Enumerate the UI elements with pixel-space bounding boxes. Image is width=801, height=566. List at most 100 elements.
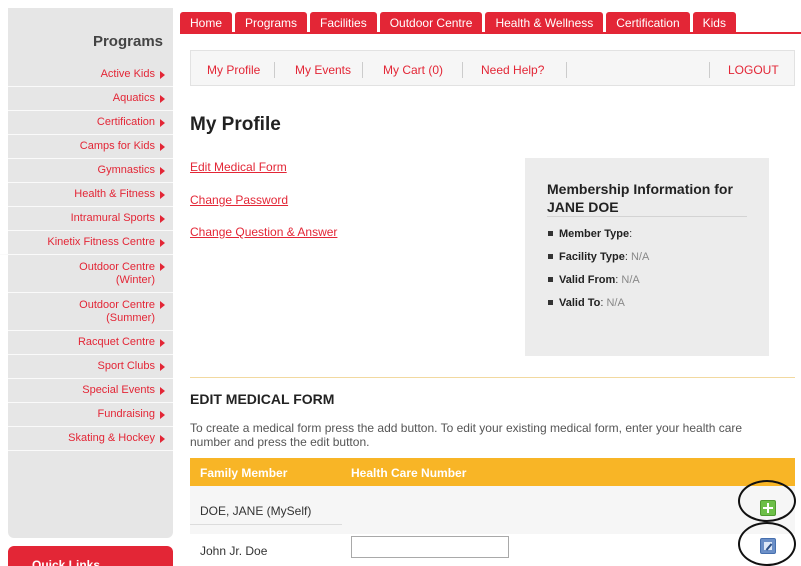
sidebar-item-label: Racquet Centre — [77, 336, 155, 348]
arrow-right-icon — [160, 338, 165, 347]
sidebar-item-camps-for-kids[interactable]: Camps for Kids — [8, 135, 173, 159]
sidebar-item-intramural-sports[interactable]: Intramural Sports — [8, 207, 173, 231]
column-header-health-care-number: Health Care Number — [351, 466, 467, 480]
sidebar-item-label: Aquatics — [112, 92, 155, 104]
health-care-number-input[interactable] — [351, 536, 509, 558]
edit-medical-form-link[interactable]: Edit Medical Form — [190, 160, 287, 174]
sidebar-item-label: Camps for Kids — [79, 140, 155, 152]
sidebar-item-sport-clubs[interactable]: Sport Clubs — [8, 355, 173, 379]
my-events-link[interactable]: My Events — [295, 63, 351, 77]
sidebar-item-active-kids[interactable]: Active Kids — [8, 63, 173, 87]
sidebar: Programs Active Kids Aquatics Certificat… — [0, 0, 173, 566]
add-medical-form-button[interactable] — [760, 500, 776, 516]
membership-member-name: JANE DOE — [547, 199, 619, 215]
logout-link[interactable]: LOGOUT — [728, 63, 779, 77]
sidebar-list: Active Kids Aquatics Certification Camps… — [0, 63, 173, 451]
change-password-link[interactable]: Change Password — [190, 193, 288, 207]
bullet-icon — [548, 231, 553, 236]
sidebar-item-label: Intramural Sports — [70, 212, 155, 224]
arrow-right-icon — [160, 434, 165, 443]
membership-info-panel: Membership Information for JANE DOE Memb… — [525, 158, 769, 356]
facility-type-value: N/A — [630, 251, 650, 263]
tab-health-wellness[interactable]: Health & Wellness — [485, 12, 604, 32]
sidebar-item-label: Gymnastics — [97, 164, 155, 176]
sidebar-item-special-events[interactable]: Special Events — [8, 379, 173, 403]
sidebar-item-outdoor-centre-summer[interactable]: Outdoor Centre (Summer) — [8, 293, 173, 331]
membership-details: Member Type: Facility Type: N/A Valid Fr… — [535, 226, 649, 318]
sidebar-item-label-line2: (Summer) — [106, 311, 155, 324]
sidebar-title: Programs — [92, 33, 163, 50]
tab-kids[interactable]: Kids — [692, 12, 736, 32]
arrow-right-icon — [160, 70, 165, 79]
valid-from-label: Valid From — [559, 274, 616, 286]
change-question-answer-link[interactable]: Change Question & Answer — [190, 225, 337, 239]
arrow-right-icon — [160, 386, 165, 395]
edit-medical-form-button[interactable] — [760, 538, 776, 554]
sidebar-item-label: Active Kids — [100, 68, 155, 80]
sidebar-item-label: Health & Fitness — [74, 188, 155, 200]
sidebar-item-racquet-centre[interactable]: Racquet Centre — [8, 331, 173, 355]
valid-from-value: N/A — [621, 274, 640, 286]
family-member-name: John Jr. Doe — [200, 544, 268, 558]
arrow-right-icon — [160, 190, 165, 199]
facility-type-label: Facility Type — [559, 251, 625, 263]
medical-table-header: Family Member Health Care Number — [190, 458, 795, 486]
arrow-right-icon — [160, 94, 165, 103]
bullet-icon — [548, 277, 553, 282]
member-type-label: Member Type — [559, 228, 630, 240]
sidebar-item-certification[interactable]: Certification — [8, 111, 173, 135]
nav-divider — [180, 32, 801, 34]
sidebar-item-aquatics[interactable]: Aquatics — [8, 87, 173, 111]
tab-facilities[interactable]: Facilities — [310, 12, 377, 32]
need-help-link[interactable]: Need Help? — [481, 63, 544, 77]
quick-links-header[interactable]: Quick Links — [8, 546, 173, 566]
subnav-separator — [362, 62, 363, 78]
my-profile-link[interactable]: My Profile — [207, 63, 260, 77]
page-title: My Profile — [190, 114, 281, 135]
arrow-right-icon — [160, 362, 165, 371]
medical-section-title: EDIT MEDICAL FORM — [190, 391, 335, 407]
tab-programs[interactable]: Programs — [235, 12, 308, 32]
sidebar-item-label: Special Events — [82, 384, 155, 396]
membership-title-line1: Membership Information for — [547, 181, 733, 197]
sidebar-item-label: Kinetix Fitness Centre — [47, 236, 155, 248]
sidebar-item-label: Certification — [96, 116, 155, 128]
column-header-family-member: Family Member — [200, 466, 288, 480]
sidebar-item-fundraising[interactable]: Fundraising — [8, 403, 173, 427]
account-subnav: My Profile My Events My Cart (0) Need He… — [190, 50, 795, 86]
medical-instructions: To create a medical form press the add b… — [190, 421, 743, 449]
sidebar-item-label-line2: (Winter) — [115, 273, 155, 286]
valid-to-row: Valid To: N/A — [535, 295, 649, 318]
arrow-right-icon — [160, 118, 165, 127]
sidebar-item-label-line1: Outdoor Centre — [79, 298, 155, 311]
section-divider — [190, 377, 795, 378]
family-member-name: DOE, JANE (MySelf) — [200, 504, 312, 518]
sidebar-item-label: Sport Clubs — [97, 360, 155, 372]
top-nav: Home Programs Facilities Outdoor Centre … — [180, 12, 739, 32]
sidebar-item-skating-hockey[interactable]: Skating & Hockey — [8, 427, 173, 451]
table-row: John Jr. Doe — [190, 534, 795, 566]
tab-home[interactable]: Home — [180, 12, 233, 32]
sidebar-item-label: Outdoor Centre (Winter) — [79, 261, 155, 287]
arrow-right-icon — [160, 238, 165, 247]
subnav-separator — [274, 62, 275, 78]
sidebar-item-health-fitness[interactable]: Health & Fitness — [8, 183, 173, 207]
subnav-separator — [566, 62, 567, 78]
sidebar-item-label: Skating & Hockey — [68, 432, 155, 444]
table-row: DOE, JANE (MySelf) — [190, 486, 795, 534]
sidebar-item-label-line1: Outdoor Centre — [79, 260, 155, 273]
sidebar-item-outdoor-centre-winter[interactable]: Outdoor Centre (Winter) — [8, 255, 173, 293]
subnav-separator — [462, 62, 463, 78]
valid-to-label: Valid To — [559, 297, 601, 309]
sidebar-item-kinetix-fitness-centre[interactable]: Kinetix Fitness Centre — [0, 231, 173, 255]
arrow-right-icon — [160, 142, 165, 151]
valid-to-value: N/A — [606, 297, 625, 309]
my-cart-link[interactable]: My Cart (0) — [383, 63, 443, 77]
sidebar-item-gymnastics[interactable]: Gymnastics — [8, 159, 173, 183]
arrow-right-icon — [160, 214, 165, 223]
tab-certification[interactable]: Certification — [606, 12, 690, 32]
subnav-separator — [709, 62, 710, 78]
row-divider — [190, 524, 342, 525]
arrow-right-icon — [160, 263, 165, 271]
tab-outdoor-centre[interactable]: Outdoor Centre — [379, 12, 483, 32]
